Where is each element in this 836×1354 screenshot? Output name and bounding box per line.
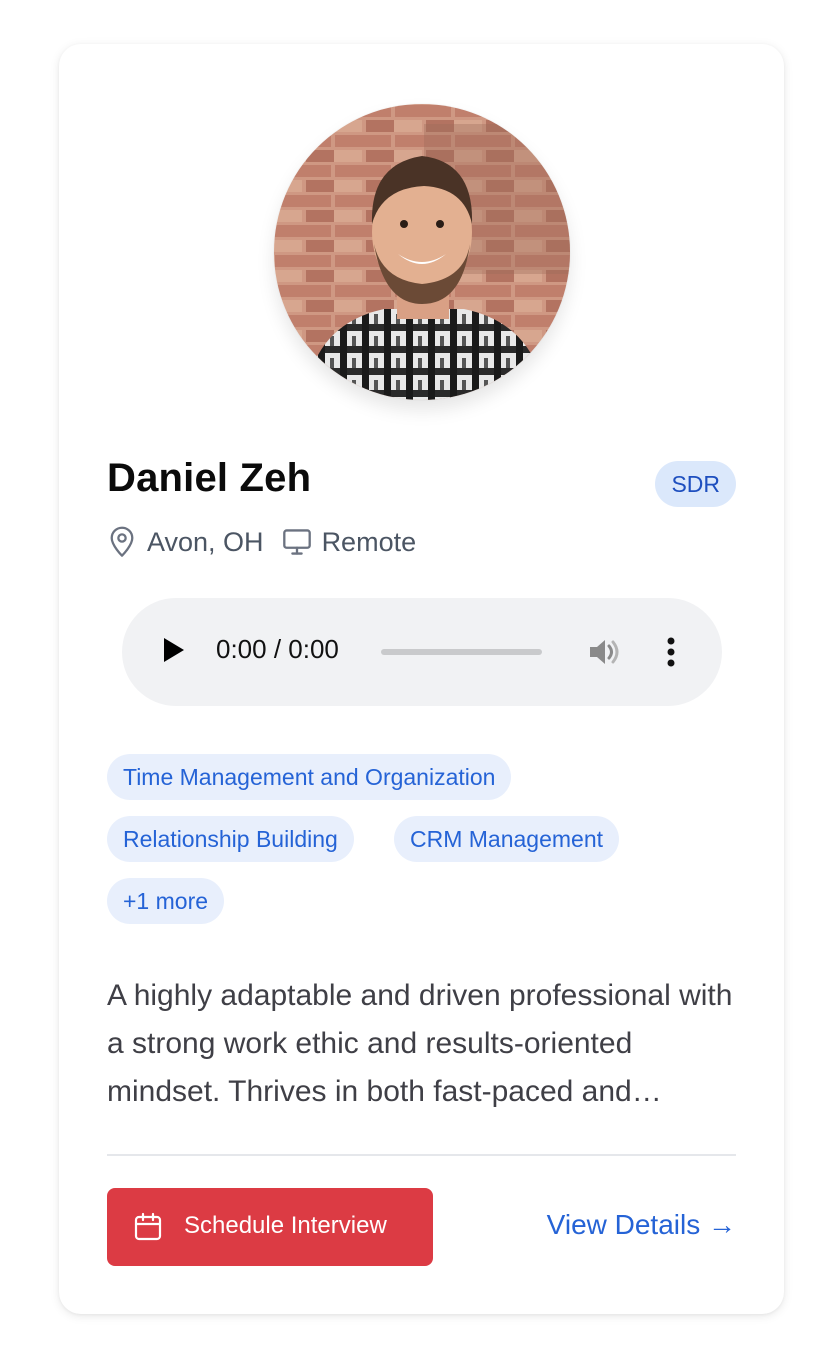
- skill-tag: Relationship Building: [107, 816, 354, 862]
- more-vertical-icon[interactable]: [660, 636, 682, 668]
- audio-time: 0:00 / 0:00: [216, 634, 339, 664]
- candidate-meta: Avon, OH Remote: [107, 522, 416, 562]
- map-pin-icon: [107, 525, 137, 559]
- skill-tag: CRM Management: [394, 816, 620, 862]
- schedule-interview-label: Schedule Interview: [184, 1212, 387, 1239]
- candidate-description: A highly adaptable and driven profession…: [107, 979, 733, 1108]
- more-skills-tag[interactable]: +1 more: [107, 878, 225, 924]
- candidate-card: Daniel Zeh SDR Avon, OH Remote 0:00 / 0:…: [59, 44, 784, 1314]
- calendar-icon: [133, 1212, 163, 1242]
- schedule-interview-button[interactable]: Schedule Interview: [107, 1188, 433, 1266]
- avatar-photo: [274, 104, 570, 400]
- view-details-link[interactable]: View Details →: [547, 1209, 736, 1241]
- audio-player[interactable]: 0:00 / 0:00: [122, 598, 722, 706]
- monitor-icon: [282, 525, 312, 559]
- role-badge: SDR: [655, 461, 736, 507]
- candidate-name: Daniel Zeh: [107, 456, 312, 500]
- audio-progress-track[interactable]: [381, 649, 542, 655]
- skill-tag: Time Management and Organization: [107, 754, 512, 800]
- play-icon[interactable]: [162, 636, 190, 668]
- divider: [107, 1154, 736, 1156]
- avatar: [274, 104, 570, 400]
- location-text: Avon, OH: [147, 526, 264, 557]
- work-mode-text: Remote: [321, 526, 417, 557]
- volume-icon[interactable]: [588, 636, 624, 668]
